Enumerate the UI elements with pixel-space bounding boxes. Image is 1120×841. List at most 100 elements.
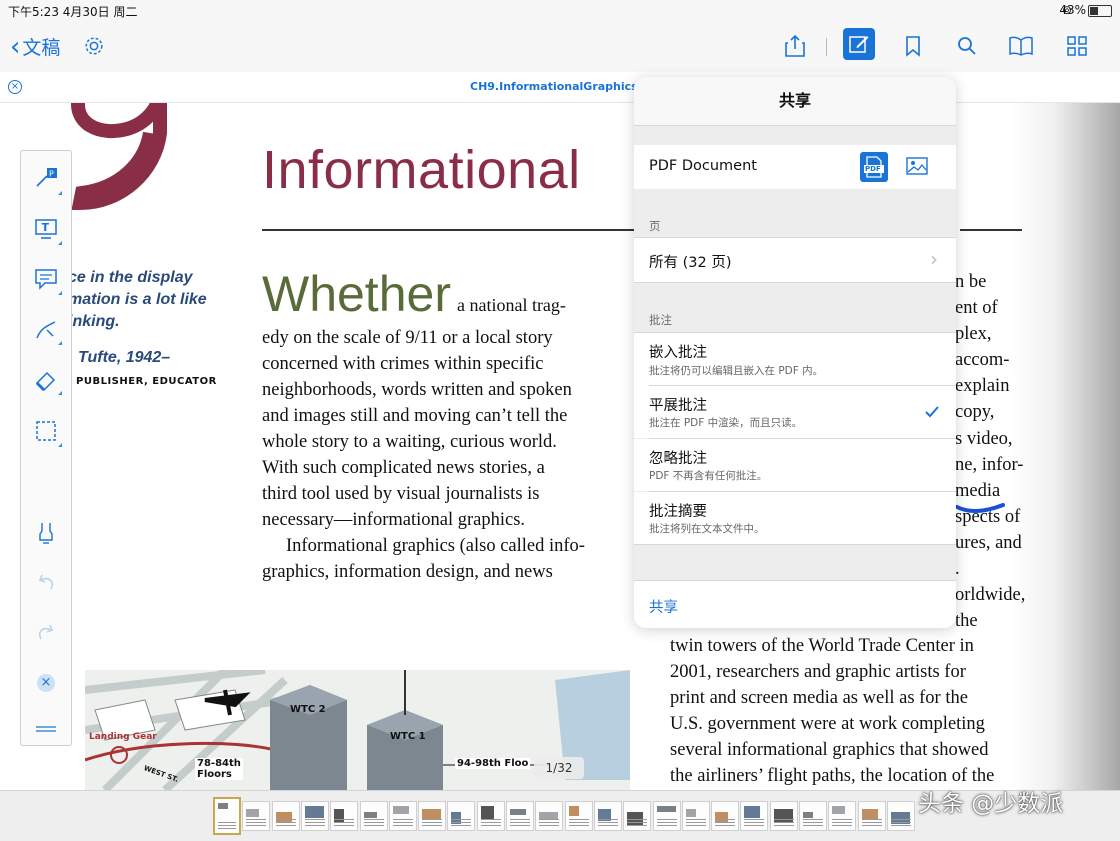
close-circle-icon: × <box>37 674 55 692</box>
page-thumbnail[interactable] <box>418 801 446 831</box>
drag-handle-icon <box>36 726 56 732</box>
chapter-title: Informational <box>262 140 581 200</box>
page-thumbnail[interactable] <box>242 801 270 831</box>
reader-button[interactable] <box>1007 32 1035 60</box>
tool-pen[interactable] <box>30 313 62 345</box>
tool-note[interactable] <box>30 263 62 295</box>
page-thumbnail[interactable] <box>272 801 300 831</box>
pen-icon <box>36 321 56 339</box>
edit-pencil-icon <box>849 36 869 53</box>
text-line: With such complicated news stories, a <box>262 458 545 478</box>
page-thumbnail[interactable] <box>828 801 856 831</box>
search-button[interactable] <box>953 32 981 60</box>
format-row: PDF Document PDF <box>634 145 956 189</box>
option-description: 批注在 PDF 中渲染，而且只读。 <box>649 417 803 429</box>
tool-favorites[interactable] <box>30 517 62 549</box>
option-description: 批注将列在文本文件中。 <box>649 523 765 535</box>
page-thumbnail[interactable] <box>213 797 241 835</box>
annotations-section-header: 批注 <box>649 313 672 327</box>
thumbnails-button[interactable] <box>1063 32 1091 60</box>
graphic-label-landing-gear: Landing Gear <box>89 732 157 742</box>
redo-icon <box>38 624 54 640</box>
text-line: twin towers of the World Trade Center in <box>670 636 974 656</box>
status-bar: 下午5:23 4月30日 周二 ⊚ 43% <box>0 0 1120 20</box>
share-icon <box>785 34 805 57</box>
dropcap-word: Whether <box>262 266 451 322</box>
page-thumbnail[interactable] <box>682 801 710 831</box>
ink-annotation[interactable] <box>955 501 1007 515</box>
page-thumbnail[interactable] <box>887 801 915 831</box>
tool-eraser[interactable] <box>30 363 62 395</box>
undo-icon <box>38 574 54 590</box>
graphic-label-floors-b: Floors <box>197 769 232 780</box>
page-thumbnail[interactable] <box>389 801 417 831</box>
watermark: 头条 @少数派 <box>918 791 1064 817</box>
format-pdf-button[interactable]: PDF <box>860 152 888 182</box>
close-icon: × <box>10 81 20 92</box>
format-label: PDF Document <box>649 158 757 174</box>
share-confirm-label: 共享 <box>649 600 678 616</box>
title-rule <box>262 229 637 231</box>
settings-button[interactable] <box>80 32 108 60</box>
status-time-date: 下午5:23 4月30日 周二 <box>8 5 138 19</box>
page-thumbnail[interactable] <box>623 801 651 831</box>
page-thumbnail[interactable] <box>799 801 827 831</box>
text-line: whole story to a waiting, curious world. <box>262 432 557 452</box>
marker-icon <box>39 523 53 544</box>
annotate-button[interactable] <box>843 28 875 60</box>
format-image-button[interactable] <box>906 156 928 180</box>
search-icon <box>958 37 976 55</box>
chapter-number-graphic <box>71 103 167 211</box>
page-thumbnail[interactable] <box>477 801 505 831</box>
tool-selection[interactable] <box>30 415 62 447</box>
pages-row[interactable]: 所有 (32 页) › <box>634 237 956 283</box>
clear-annotations-button[interactable]: × <box>30 667 62 699</box>
page-thumbnail[interactable] <box>301 801 329 831</box>
document-filename: CH9.InformationalGraphics <box>470 80 638 93</box>
page-thumbnail[interactable] <box>653 801 681 831</box>
chevron-left-icon: ‹ <box>10 31 21 62</box>
redo-button[interactable] <box>30 617 62 649</box>
text-line: Informational graphics (also called info… <box>286 536 585 556</box>
page-thumbnail[interactable] <box>447 801 475 831</box>
annotation-option-summary[interactable]: 批注摘要 批注将列在文本文件中。 <box>634 492 956 545</box>
page-thumbnail[interactable] <box>360 801 388 831</box>
tool-highlight-text[interactable]: P <box>30 163 62 195</box>
tool-text-box[interactable]: T <box>30 213 62 245</box>
quote-role: PUBLISHER, EDUCATOR <box>76 376 217 387</box>
text-line: several informational graphics that show… <box>670 740 989 760</box>
option-title: 平展批注 <box>649 398 707 414</box>
share-export-button[interactable] <box>781 32 809 60</box>
page-thumbnail[interactable] <box>594 801 622 831</box>
annotation-option-discard[interactable]: 忽略批注 PDF 不再含有任何批注。 <box>634 439 956 491</box>
bookmark-button[interactable] <box>899 32 927 60</box>
annotation-option-embed[interactable]: 嵌入批注 批注将仍可以编辑且嵌入在 PDF 内。 <box>634 332 956 386</box>
annotation-toolbar: P T × <box>20 150 72 746</box>
page-thumbnail[interactable] <box>506 801 534 831</box>
text-line: concerned with crimes within specific <box>262 354 544 374</box>
page-thumbnail[interactable] <box>740 801 768 831</box>
undo-button[interactable] <box>30 567 62 599</box>
page-thumbnail[interactable] <box>330 801 358 831</box>
battery-icon <box>1088 5 1112 17</box>
graphic-label-wtc1: WTC 1 <box>390 731 426 742</box>
annotation-option-flatten[interactable]: 平展批注 批注在 PDF 中渲染，而且只读。 <box>634 386 956 438</box>
close-document-button[interactable]: × <box>8 80 22 94</box>
text-line: edy on the scale of 9/11 or a local stor… <box>262 328 553 348</box>
page-thumbnail[interactable] <box>535 801 563 831</box>
page-thumbnail[interactable] <box>858 801 886 831</box>
page-thumbnail[interactable] <box>565 801 593 831</box>
toolbar-drag-handle[interactable] <box>30 713 62 745</box>
text-line: U.S. government were at work completing <box>670 714 985 734</box>
text-line: third tool used by visual journalists is <box>262 484 540 504</box>
eraser-icon <box>35 371 56 392</box>
page-thumbnail[interactable] <box>711 801 739 831</box>
marquee-select-icon <box>36 421 56 441</box>
book-icon <box>1009 36 1033 56</box>
back-button[interactable]: ‹ 文稿 <box>10 33 60 60</box>
share-confirm-button[interactable]: 共享 <box>634 580 956 628</box>
page-thumbnail[interactable] <box>770 801 798 831</box>
share-popover-title: 共享 <box>634 77 956 125</box>
graphic-label-floors-a: 78-84th <box>197 758 241 769</box>
battery-percent: 43% <box>1059 3 1086 17</box>
